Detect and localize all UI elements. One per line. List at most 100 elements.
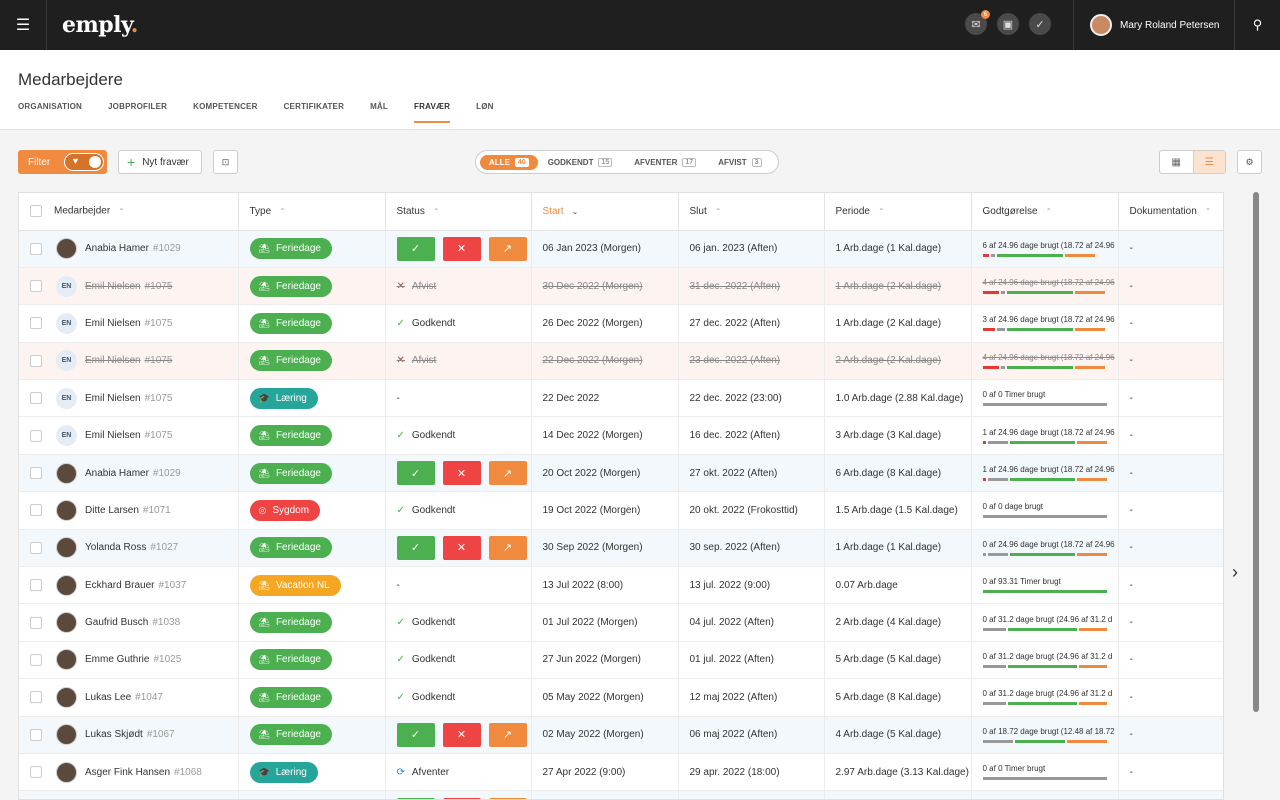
employee-name[interactable]: Gaufrid Busch #1038	[85, 617, 180, 628]
select-all-checkbox[interactable]	[30, 205, 42, 218]
table-row[interactable]: Eckhard Brauer #1037 ⛱ Vacation NL - 13 Jul 2…	[19, 566, 1223, 605]
column-header-status[interactable]: Status ⌃	[385, 193, 532, 231]
export-icon[interactable]: ⊡	[213, 150, 238, 174]
menu-icon[interactable]: ☰	[0, 0, 47, 50]
type-badge[interactable]: ⛱ Feriedage	[249, 649, 332, 671]
table-row[interactable]: EN Emil Nielsen #1075 ⛱ Feriedage ✕ Afvist 22 D…	[19, 342, 1223, 381]
row-checkbox[interactable]	[30, 392, 42, 405]
employee-name[interactable]: Emil Nielsen #1075	[85, 393, 172, 404]
type-badge[interactable]: ⛱ Feriedage	[249, 238, 332, 260]
table-row[interactable]: Lukas Lee #1047 ⛱ Feriedage ✓ Godkendt 05 May …	[19, 678, 1223, 717]
reject-button[interactable]: ✕	[442, 461, 481, 486]
column-header-start[interactable]: Start ⌄	[531, 193, 679, 231]
employee-name[interactable]: Eckhard Brauer #1037	[85, 580, 186, 591]
column-header-dokumentation[interactable]: Dokumentation ⌃	[1118, 193, 1223, 231]
filter-toggle[interactable]: ▼	[64, 153, 104, 171]
employee-name[interactable]: Emil Nielsen #1075	[85, 281, 172, 292]
reject-button[interactable]: ✕	[442, 236, 481, 261]
mail-icon[interactable]: ✉ 6	[965, 10, 990, 35]
row-checkbox[interactable]	[30, 728, 42, 741]
tab-certifikater[interactable]: CERTIFIKATER	[284, 102, 344, 123]
row-checkbox[interactable]	[30, 317, 42, 330]
employee-name[interactable]: Yolanda Ross #1027	[85, 542, 178, 553]
tab-fravær[interactable]: FRAVÆR	[414, 102, 451, 123]
row-checkbox[interactable]	[30, 429, 42, 442]
forward-button[interactable]: ↗	[488, 236, 527, 261]
type-badge[interactable]: ⛱ Feriedage	[249, 724, 332, 746]
employee-name[interactable]: Anabia Hamer #1029	[85, 468, 181, 479]
table-row[interactable]: Ditte Larsen #1071 ◎ Sygdom ✓ Godkendt 19 Oct …	[19, 491, 1223, 530]
table-row[interactable]: EN Emil Nielsen #1075 ⛱ Feriedage ✕ Afvist 30 D…	[19, 267, 1223, 306]
employee-name[interactable]: Emil Nielsen #1075	[85, 430, 172, 441]
search-icon[interactable]: ⚲	[1235, 0, 1280, 50]
new-absence-button[interactable]: + Nyt fravær	[118, 150, 202, 174]
type-badge[interactable]: ⛱ Feriedage	[249, 275, 332, 297]
calendar-view-icon[interactable]: ▦	[1160, 151, 1193, 173]
gear-icon[interactable]: ⚙	[1237, 150, 1262, 174]
tab-kompetencer[interactable]: KOMPETENCER	[193, 102, 257, 123]
column-header-periode[interactable]: Periode ⌃	[824, 193, 972, 231]
employee-name[interactable]: Emme Guthrie #1025	[85, 654, 181, 665]
row-checkbox[interactable]	[30, 691, 42, 704]
approve-button[interactable]: ✓	[396, 236, 435, 261]
tab-mål[interactable]: MÅL	[370, 102, 388, 123]
row-checkbox[interactable]	[30, 766, 42, 779]
list-view-icon[interactable]: ☰	[1192, 151, 1225, 173]
row-checkbox[interactable]	[30, 467, 42, 480]
reject-button[interactable]: ✕	[442, 722, 481, 747]
tab-jobprofiler[interactable]: JOBPROFILER	[108, 102, 167, 123]
tab-organisation[interactable]: ORGANISATION	[18, 102, 82, 123]
check-icon[interactable]: ✓	[1029, 13, 1051, 35]
column-header-slut[interactable]: Slut ⌃	[678, 193, 825, 231]
type-badge[interactable]: ⛱ Feriedage	[249, 350, 332, 372]
tab-løn[interactable]: LØN	[476, 102, 494, 123]
employee-name[interactable]: Anabia Hamer #1029	[85, 243, 181, 254]
type-badge[interactable]: ⛱ Vacation NL	[249, 574, 341, 596]
table-row[interactable]: Gaufrid Busch #1038 ⛱ Feriedage ✓ Godkendt 01 …	[19, 603, 1223, 642]
type-badge[interactable]: ⛱ Feriedage	[249, 425, 332, 447]
approve-button[interactable]: ✓	[396, 461, 435, 486]
row-checkbox[interactable]	[30, 504, 42, 517]
row-checkbox[interactable]	[30, 541, 42, 554]
table-row[interactable]: Emme Guthrie #1025 ⛱ Feriedage ✓ Godkendt 27 J…	[19, 641, 1223, 680]
filter-button[interactable]: Filter ▼	[18, 150, 107, 174]
employee-name[interactable]: Lukas Lee #1047	[85, 692, 163, 703]
employee-name[interactable]: Asger Fink Hansen #1068	[85, 767, 202, 778]
table-row[interactable]: EN Emil Nielsen #1075 🎓 Læring - 22 Dec 2022 22…	[19, 379, 1223, 418]
type-badge[interactable]: 🎓 Læring	[249, 761, 318, 783]
column-header-medarbejder[interactable]: Medarbejder ⌃	[19, 193, 239, 231]
table-row[interactable]: Yolanda Ross #1027 ⛱ Feriedage ✓ ✕ ↗ 30 Sep 202…	[19, 529, 1223, 568]
employee-name[interactable]: Lukas Skjødt #1067	[85, 729, 175, 740]
column-header-godtgørelse[interactable]: Godtgørelse ⌃	[971, 193, 1119, 231]
row-checkbox[interactable]	[30, 354, 42, 367]
segment-afventer[interactable]: AFVENTER 17	[634, 157, 697, 167]
employee-name[interactable]: Emil Nielsen #1075	[85, 355, 172, 366]
table-row[interactable]: EN Emil Nielsen #1075 ⛱ Feriedage ✓ Godkendt 14…	[19, 416, 1223, 455]
type-badge[interactable]: ◎ Sygdom	[249, 499, 321, 521]
calendar-icon[interactable]: ▣	[997, 13, 1019, 35]
row-checkbox[interactable]	[30, 616, 42, 629]
table-row[interactable]: EN Emil Nielsen #1075 ⛱ Feriedage ✓ Godkendt 26…	[19, 304, 1223, 343]
type-badge[interactable]: 🎓 Læring	[249, 387, 318, 409]
scrollbar[interactable]	[1253, 192, 1259, 712]
user-menu[interactable]: Mary Roland Petersen	[1073, 0, 1235, 50]
segment-godkendt[interactable]: GODKENDT 15	[548, 157, 613, 167]
forward-button[interactable]: ↗	[488, 461, 527, 486]
chevron-right-icon[interactable]: ›	[1232, 562, 1238, 583]
forward-button[interactable]: ↗	[488, 535, 527, 560]
employee-name[interactable]: Ditte Larsen #1071	[85, 505, 171, 516]
forward-button[interactable]: ↗	[488, 722, 527, 747]
approve-button[interactable]: ✓	[396, 722, 435, 747]
logo[interactable]: emply.	[62, 12, 138, 38]
segment-afvist[interactable]: AFVIST 3	[718, 157, 762, 167]
type-badge[interactable]: ⛱ Feriedage	[249, 537, 332, 559]
approve-button[interactable]: ✓	[396, 535, 435, 560]
row-checkbox[interactable]	[30, 653, 42, 666]
row-checkbox[interactable]	[30, 280, 42, 293]
type-badge[interactable]: ⛱ Feriedage	[249, 312, 332, 334]
column-header-type[interactable]: Type ⌃	[238, 193, 386, 231]
table-row[interactable]: ◎Sygdom✓✕↗	[19, 790, 1223, 799]
type-badge[interactable]: ⛱ Feriedage	[249, 612, 332, 634]
table-row[interactable]: Anabia Hamer #1029 ⛱ Feriedage ✓ ✕ ↗ 20 Oct 202…	[19, 454, 1223, 493]
table-row[interactable]: Asger Fink Hansen #1068 🎓 Læring ⟳ Afventer 27…	[19, 753, 1223, 792]
